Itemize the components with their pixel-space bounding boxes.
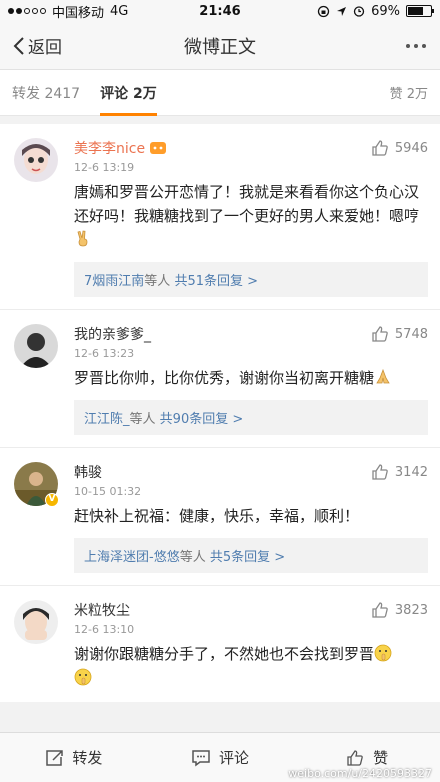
repost-icon: [46, 749, 64, 766]
avatar[interactable]: [14, 324, 58, 368]
like-post-button[interactable]: 赞: [293, 747, 440, 768]
vip-badge-icon: [150, 142, 167, 154]
comment-text: 罗晋比你帅，比你优秀，谢谢你当初离开糖糖: [74, 369, 375, 387]
bottom-action-bar: 转发 评论 赞 weibo.com/u/2420593327: [0, 732, 440, 782]
tab-like[interactable]: 赞 2万: [390, 70, 428, 116]
like-count: 5748: [394, 326, 428, 342]
section-gap: [0, 116, 440, 124]
page-title: 微博正文: [184, 36, 256, 58]
comment-list: 美李李nice 5946 12-6 13:19 唐嫣和罗晋公开恋情了！我就是来看…: [0, 124, 440, 702]
comment-time: 12-6 13:23: [74, 347, 135, 360]
comment-text: 谢谢你跟糖糖分手了，不然她也不会找到罗晋: [74, 645, 375, 663]
battery-icon: [406, 5, 434, 17]
comment-time: 12-6 13:10: [74, 623, 135, 636]
network-label: 4G: [110, 3, 129, 19]
commenter-name[interactable]: 美李李nice: [74, 138, 145, 158]
comment-time: 10-15 01:32: [74, 485, 142, 498]
comment-item: 米粒牧尘 3823 12-6 13:10 谢谢你跟糖糖分手了，不然她也不会找到罗…: [0, 586, 440, 702]
signal-icon: [8, 8, 46, 14]
commenter-name[interactable]: 韩骏: [74, 462, 102, 482]
back-button[interactable]: 返回: [0, 33, 62, 58]
shushing-face-emoji-icon: [74, 668, 92, 686]
praying-hands-emoji-icon: [376, 368, 390, 384]
battery-percent: 69%: [371, 3, 400, 19]
like-button[interactable]: 5946: [371, 139, 428, 157]
reply-count: 共90条回复 >: [159, 412, 244, 427]
victory-hand-emoji-icon: [77, 230, 88, 247]
reply-user: 7烟雨江南: [84, 274, 145, 289]
comment-button[interactable]: 评论: [147, 747, 294, 768]
reply-count: 共51条回复 >: [174, 274, 259, 289]
like-count: 5946: [394, 140, 428, 156]
like-button[interactable]: 3142: [371, 463, 428, 481]
avatar[interactable]: V: [14, 462, 59, 507]
tab-bar: 转发 2417 评论 2万 赞 2万: [0, 70, 440, 116]
navigation-bar: 返回 微博正文: [0, 22, 440, 70]
comment-text: 赶快补上祝福：健康，快乐，幸福，顺利！: [74, 507, 360, 525]
comment-icon: [192, 749, 210, 766]
repost-button[interactable]: 转发: [0, 747, 147, 768]
thumbs-up-icon: [372, 602, 388, 618]
like-count: 3823: [394, 602, 428, 618]
more-dots-icon: [406, 43, 410, 48]
reply-user: 江江陈_: [84, 412, 130, 427]
status-bar: 中国移动 4G 21:46 69%: [0, 0, 440, 22]
comment-label: 评论: [219, 749, 250, 767]
reply-summary[interactable]: 7烟雨江南等人 共51条回复 >: [74, 262, 428, 297]
repost-label: 转发: [72, 749, 103, 767]
reply-count: 共5条回复 >: [209, 550, 286, 565]
chevron-left-icon: [13, 36, 24, 55]
back-label: 返回: [28, 38, 62, 58]
reply-suffix: 等人: [179, 550, 206, 565]
comment-item: 美李李nice 5946 12-6 13:19 唐嫣和罗晋公开恋情了！我就是来看…: [0, 124, 440, 310]
like-count: 3142: [394, 464, 428, 480]
alarm-icon: [353, 6, 365, 17]
avatar[interactable]: [14, 600, 58, 644]
reply-user: 上海泽迷团-悠悠: [84, 550, 180, 565]
more-options-button[interactable]: [406, 43, 426, 48]
reply-summary[interactable]: 上海泽迷团-悠悠等人 共5条回复 >: [74, 538, 428, 573]
orientation-lock-icon: [317, 5, 330, 17]
location-icon: [337, 6, 347, 16]
shushing-face-emoji-icon: [374, 644, 392, 662]
comment-text: 唐嫣和罗晋公开恋情了！我就是来看看你这个负心汉还好吗！我糖糖找到了一个更好的男人…: [74, 183, 420, 225]
like-button[interactable]: 5748: [371, 325, 428, 343]
like-button[interactable]: 3823: [371, 601, 428, 619]
reply-suffix: 等人: [144, 274, 171, 289]
comment-item: 我的亲爹爹_ 5748 12-6 13:23 罗晋比你帅，比你优秀，谢谢你当初离…: [0, 310, 440, 448]
like-label: 赞: [373, 749, 389, 767]
comment-time: 12-6 13:19: [74, 161, 135, 174]
carrier-label: 中国移动: [52, 5, 105, 21]
tab-comment[interactable]: 评论 2万: [100, 70, 157, 116]
reply-summary[interactable]: 江江陈_等人 共90条回复 >: [74, 400, 428, 435]
commenter-name[interactable]: 我的亲爹爹_: [74, 324, 151, 344]
avatar[interactable]: [14, 138, 58, 182]
verified-badge-icon: V: [45, 493, 59, 507]
thumbs-up-icon: [372, 464, 388, 480]
watermark: weibo.com/u/2420593327: [288, 767, 432, 780]
thumbs-up-icon: [372, 140, 388, 156]
comment-item: V 韩骏 3142 10-15 01:32 赶快补上祝福：健康，快乐，幸福，顺利…: [0, 448, 440, 586]
tab-repost[interactable]: 转发 2417: [12, 70, 80, 116]
thumbs-up-icon: [372, 326, 388, 342]
commenter-name[interactable]: 米粒牧尘: [74, 600, 130, 620]
thumbs-up-icon: [347, 749, 363, 766]
reply-suffix: 等人: [129, 412, 156, 427]
